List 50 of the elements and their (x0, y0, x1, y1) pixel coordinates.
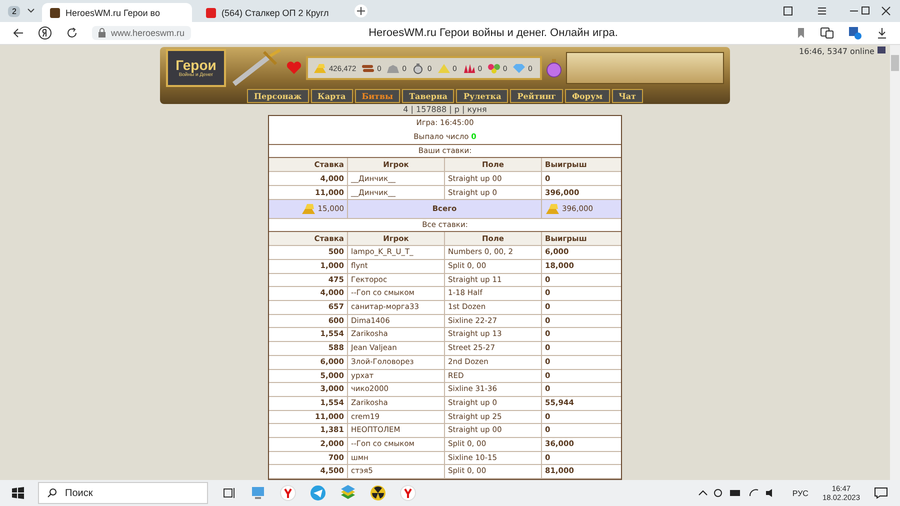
browser-y-icon[interactable] (280, 485, 296, 501)
diamond-icon (512, 62, 526, 74)
flask-icon (411, 62, 426, 74)
nav-tab[interactable]: Форум (564, 89, 610, 103)
nav-tab[interactable]: Чат (612, 89, 644, 103)
potion-icon[interactable] (546, 58, 562, 78)
ingots-icon (313, 62, 327, 74)
nav-tab[interactable]: Рулетка (456, 89, 508, 103)
crystals-icon (462, 62, 476, 74)
bookmark-icon[interactable] (796, 27, 806, 39)
browser-tab[interactable]: HeroesWM.ru Герои во (42, 3, 192, 22)
notification-icon[interactable] (874, 487, 888, 499)
monitor-icon[interactable] (877, 46, 886, 54)
search-icon (47, 488, 57, 498)
pile-icon (436, 62, 451, 74)
sword-icon (230, 48, 282, 88)
nav-tab[interactable]: Карта (310, 89, 353, 103)
reload-icon[interactable] (66, 27, 78, 39)
language-indicator[interactable]: РУС (792, 488, 808, 498)
address-field[interactable]: www.heroeswm.ru (92, 26, 191, 40)
lock-icon (98, 28, 106, 38)
extension-icon[interactable] (848, 26, 862, 40)
download-icon[interactable] (876, 27, 888, 39)
translate-icon[interactable] (820, 26, 834, 40)
paper-plane-icon[interactable] (310, 485, 326, 501)
page-title: HeroesWM.ru Герои войны и денег. Онлайн игра. (368, 27, 619, 39)
window-controls-icon (782, 5, 892, 17)
player-info-line: 4 | 157888 | р | куня (403, 104, 487, 116)
back-arrow-icon[interactable] (12, 27, 24, 39)
yandex-logo-icon[interactable] (38, 26, 52, 40)
radiation-icon[interactable] (370, 485, 386, 501)
online-counter: 16:46, 5347 online (799, 47, 874, 56)
task-view-icon[interactable] (222, 487, 236, 499)
search-field[interactable]: Поиск (38, 482, 208, 504)
layers-icon[interactable] (340, 485, 356, 501)
browser-tab[interactable]: (564) Сталкер ОП 2 Кругл (198, 3, 348, 22)
nav-tab[interactable]: Таверна (402, 89, 454, 103)
nav-tab[interactable]: Рейтинг (510, 89, 563, 103)
nav-tab[interactable]: Персонаж (246, 89, 309, 103)
ingots-icon (300, 203, 317, 216)
new-tab-icon[interactable] (354, 4, 368, 18)
browser-y-icon[interactable] (400, 485, 416, 501)
logs-icon (361, 62, 376, 74)
scrollbar[interactable] (890, 45, 900, 480)
gems-icon (486, 62, 501, 74)
computer-icon[interactable] (250, 486, 266, 500)
stones-icon (386, 62, 400, 74)
windows-logo-icon[interactable] (12, 487, 24, 499)
tab-count-badge[interactable]: 2 (8, 6, 20, 16)
ingots-icon (545, 203, 561, 216)
